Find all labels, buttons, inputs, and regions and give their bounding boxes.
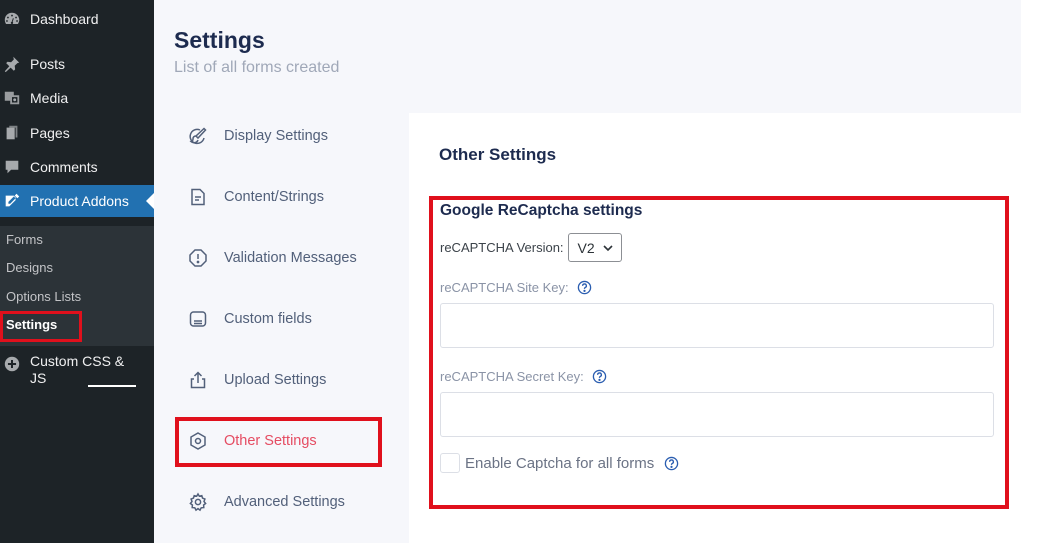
recaptcha-version-value: V2 [577,239,595,256]
menu-pages[interactable]: Pages [0,118,154,148]
help-icon[interactable] [577,280,592,295]
plus-circle-icon [4,356,20,372]
recaptcha-version-row: reCAPTCHA Version: V2 [440,233,622,262]
menu-media-label: Media [30,90,69,106]
enable-captcha-checkbox[interactable] [440,453,460,473]
recaptcha-version-select[interactable]: V2 [567,233,622,262]
site-key-label: reCAPTCHA Site Key: [440,280,569,295]
submenu-forms[interactable]: Forms [6,232,43,247]
pages-icon [6,125,18,140]
product-addons-icon [5,193,20,207]
recaptcha-settings-box: Google ReCaptcha settings reCAPTCHA Vers… [429,196,1009,509]
menu-custom-css-label: Custom CSS & JS [30,353,124,387]
document-icon [191,188,205,206]
menu-custom-css-label-line1: Custom CSS & [30,353,125,369]
menu-custom-css-js[interactable]: Custom CSS & JS [0,353,154,389]
menu-comments-label: Comments [30,159,98,175]
menu-media[interactable]: Media [0,83,154,113]
upload-icon [190,371,206,389]
underline-mark [88,385,136,387]
media-icon [4,91,20,105]
site-key-label-row: reCAPTCHA Site Key: [440,280,592,295]
nav-advanced-settings-label: Advanced Settings [224,494,345,510]
recaptcha-version-label: reCAPTCHA Version: [440,240,564,255]
nav-upload-settings[interactable]: Upload Settings [188,365,388,395]
comments-icon [5,160,19,174]
secret-key-label: reCAPTCHA Secret Key: [440,369,584,384]
help-icon[interactable] [592,369,607,384]
menu-comments[interactable]: Comments [0,152,154,182]
menu-custom-css-label-line2: JS [30,370,47,386]
page-title: Settings [174,27,265,53]
nav-custom-fields[interactable]: Custom fields [188,304,388,334]
current-menu-arrow [146,193,154,209]
page-subtitle: List of all forms created [174,59,340,76]
other-settings-panel: Other Settings Google ReCaptcha settings… [409,113,1022,543]
nav-validation-messages-label: Validation Messages [224,250,357,266]
admin-sidebar: Dashboard Posts Media Pages Comments Pro… [0,0,154,543]
gear-icon [189,492,207,512]
site-key-input[interactable] [440,303,994,348]
chevron-down-icon [602,245,613,252]
nav-content-strings[interactable]: Content/Strings [188,182,388,212]
menu-dashboard[interactable]: Dashboard [0,4,154,34]
menu-posts[interactable]: Posts [0,49,154,79]
settings-highlight-box [0,311,82,342]
main-content: Settings List of all forms created Displ… [154,0,1050,543]
nav-display-settings[interactable]: Display Settings [188,121,388,151]
menu-dashboard-label: Dashboard [30,11,99,27]
secret-key-label-row: reCAPTCHA Secret Key: [440,369,607,384]
nav-upload-settings-label: Upload Settings [224,372,327,388]
panel-title: Other Settings [439,145,557,164]
nav-content-strings-label: Content/Strings [224,189,324,205]
menu-product-addons-label: Product Addons [30,193,129,209]
alert-icon [189,249,207,267]
recaptcha-section-title: Google ReCaptcha settings [440,202,643,219]
enable-captcha-label[interactable]: Enable Captcha for all forms [465,455,654,472]
submenu-options-lists[interactable]: Options Lists [6,289,81,304]
fields-icon [189,311,207,327]
pin-icon [4,56,20,73]
nav-advanced-settings[interactable]: Advanced Settings [188,487,388,517]
dashboard-icon [4,12,20,25]
secret-key-input[interactable] [440,392,994,437]
enable-captcha-row: Enable Captcha for all forms [440,453,679,473]
nav-display-settings-label: Display Settings [224,128,328,144]
menu-pages-label: Pages [30,125,70,141]
help-icon[interactable] [664,456,679,471]
nav-custom-fields-label: Custom fields [224,311,312,327]
submenu-designs[interactable]: Designs [6,260,53,275]
other-settings-highlight-box [175,417,382,467]
menu-product-addons[interactable]: Product Addons [0,185,154,217]
nav-validation-messages[interactable]: Validation Messages [188,243,388,273]
brush-icon [189,127,207,145]
menu-posts-label: Posts [30,56,66,72]
